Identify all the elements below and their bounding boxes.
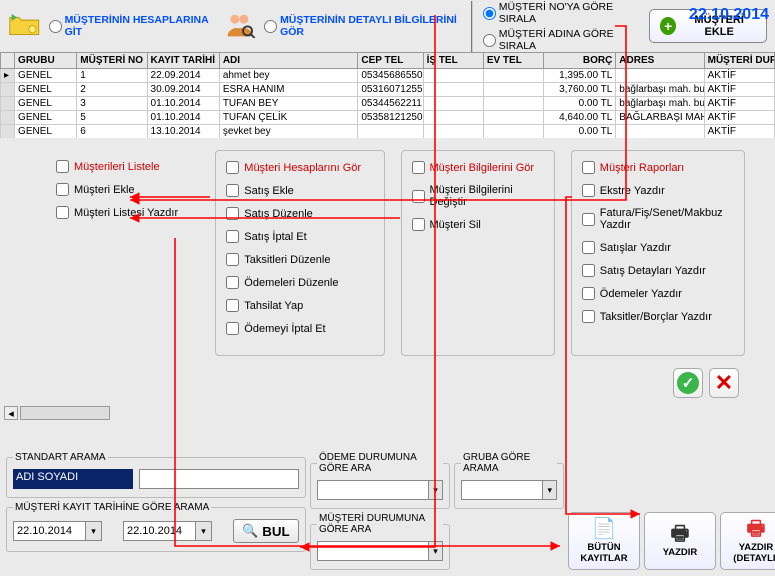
go-details-label: MÜŞTERİNİN DETAYLI BİLGİLERİNİ GÖR [280,14,463,38]
group-combo[interactable] [461,480,542,500]
top-bar: MÜŞTERİNİN HESAPLARINA GİT MÜŞTERİNİN DE… [0,0,775,52]
sort-by-name-label: MÜŞTERİ ADINA GÖRE SIRALA [499,28,637,52]
date-search-title: MÜŞTERİ KAYIT TARİHİNE GÖRE ARAMA [13,502,211,513]
customer-status-title: MÜŞTERİ DURUMUNA GÖRE ARA [317,513,443,535]
chk-delete[interactable]: Müşteri Sil [412,218,544,231]
chk-edit-payments[interactable]: Ödemeleri Düzenle [226,276,373,289]
filter-toolbar: STANDART ARAMA ADI SOYADI MÜŞTERİ KAYIT … [0,452,775,570]
search-text-input[interactable] [139,469,299,489]
sort-by-no-label: MÜŞTERİ NO'YA GÖRE SIRALA [499,1,637,25]
table-row[interactable]: ▸GENEL122.09.2014ahmet bey053456865501,3… [1,69,775,83]
print-button[interactable]: 🖶 YAZDIR [644,512,716,570]
standard-search-group: STANDART ARAMA ADI SOYADI [6,452,306,498]
date-from-combo[interactable]: ▾ [13,521,113,541]
permissions-area: Müşterileri Listele Müşteri Ekle Müşteri… [0,138,775,364]
dropdown-icon[interactable]: ▾ [85,521,102,541]
group-filter: GRUBA GÖRE ARAMA ▾ [454,452,564,509]
chk-print-list[interactable]: Müşteri Listesi Yazdır [56,206,193,219]
payment-status-combo[interactable] [317,480,428,500]
check-icon: ✓ [677,372,699,394]
dropdown-icon[interactable]: ▾ [428,480,443,500]
find-button[interactable]: 🔍BUL [233,519,299,543]
printer-detail-icon: 🖶 [747,519,766,539]
table-row[interactable]: GENEL230.09.2014ESRA HANIM053160712553,7… [1,83,775,97]
perm-col-accounts: Müşteri Hesaplarını Gör Satış Ekle Satış… [215,150,384,356]
chk-add-sale[interactable]: Satış Ekle [226,184,373,197]
perm-col-general: Müşterileri Listele Müşteri Ekle Müşteri… [50,150,199,356]
perm-col-info: Müşteri Bilgilerini Gör Müşteri Bilgiler… [401,150,555,356]
cancel-button[interactable]: ✕ [709,368,739,398]
chk-print-sales[interactable]: Satışlar Yazdır [582,241,734,254]
chk-see-accounts[interactable]: Müşteri Hesaplarını Gör [226,161,373,174]
table-row[interactable]: GENEL301.10.2014TUFAN BEY053445622110.00… [1,97,775,111]
table-row[interactable]: GENEL613.10.2014şevket bey0.00 TLAKTİF [1,125,775,139]
chk-edit-info[interactable]: Müşteri Bilgilerini Değiştir [412,184,544,208]
chk-print-sale-details[interactable]: Satış Detayları Yazdır [582,264,734,277]
chk-cancel-payment[interactable]: Ödemeyi İptal Et [226,322,373,335]
customer-status-combo[interactable] [317,541,428,561]
magnifier-icon: 🔍 [242,523,258,539]
go-accounts-label: MÜŞTERİNİN HESAPLARINA GİT [65,14,212,38]
users-magnify-icon [224,11,257,41]
go-details-radio[interactable]: MÜŞTERİNİN DETAYLI BİLGİLERİNİ GÖR [264,14,463,38]
chk-print-instalments[interactable]: Taksitler/Borçlar Yazdır [582,310,734,323]
folder-money-icon [8,12,41,40]
customer-status-filter: MÜŞTERİ DURUMUNA GÖRE ARA ▾ [310,513,450,570]
scroll-thumb[interactable] [20,406,110,420]
chk-list-customers[interactable]: Müşterileri Listele [56,160,193,173]
chk-see-info[interactable]: Müşteri Bilgilerini Gör [412,161,544,174]
chk-edit-sale[interactable]: Satış Düzenle [226,207,373,220]
scroll-left-arrow[interactable]: ◂ [4,406,18,420]
table-row[interactable]: GENEL501.10.2014TUFAN ÇELİK053581212504,… [1,111,775,125]
plus-icon: + [660,17,676,35]
group-filter-title: GRUBA GÖRE ARAMA [461,452,557,474]
chk-print-invoice[interactable]: Fatura/Fiş/Senet/Makbuz Yazdır [582,207,734,231]
top-left: MÜŞTERİNİN HESAPLARINA GİT MÜŞTERİNİN DE… [0,0,775,56]
chk-add-customer[interactable]: Müşteri Ekle [56,183,193,196]
payment-status-title: ÖDEME DURUMUNA GÖRE ARA [317,452,443,474]
date-to-combo[interactable]: ▾ [123,521,223,541]
sort-group: MÜŞTERİ NO'YA GÖRE SIRALA MÜŞTERİ ADINA … [471,1,637,52]
action-buttons: 📄 BÜTÜN KAYITLAR 🖶 YAZDIR 🖶 YAZDIR (DETA… [568,482,775,570]
ok-button[interactable]: ✓ [673,368,703,398]
chk-print-payments[interactable]: Ödemeler Yazdır [582,287,734,300]
chk-reports[interactable]: Müşteri Raporları [582,161,734,174]
all-records-button[interactable]: 📄 BÜTÜN KAYITLAR [568,512,640,570]
chk-cancel-sale[interactable]: Satış İptal Et [226,230,373,243]
search-field-selector[interactable]: ADI SOYADI [13,469,133,489]
horizontal-scrollbar[interactable]: ◂ [0,404,775,422]
document-icon: 📄 [592,519,617,539]
dropdown-icon[interactable]: ▾ [428,541,443,561]
dropdown-icon[interactable]: ▾ [195,521,212,541]
perm-col-reports: Müşteri Raporları Ekstre Yazdır Fatura/F… [571,150,745,356]
chk-edit-instalments[interactable]: Taksitleri Düzenle [226,253,373,266]
print-detail-button[interactable]: 🖶 YAZDIR (DETAYLI) [720,512,775,570]
current-date: 22.10.2014 [689,6,769,24]
sort-by-name-radio[interactable]: MÜŞTERİ ADINA GÖRE SIRALA [483,28,637,52]
date-search-group: MÜŞTERİ KAYIT TARİHİNE GÖRE ARAMA ▾ ▾ 🔍B… [6,502,306,552]
chk-print-statement[interactable]: Ekstre Yazdır [582,184,734,197]
printer-icon: 🖶 [671,524,690,544]
chk-collect[interactable]: Tahsilat Yap [226,299,373,312]
customer-grid[interactable]: GRUBU MÜŞTERİ NO KAYIT TARİHİ ADI CEP TE… [0,52,775,138]
x-icon: ✕ [715,370,733,396]
payment-status-filter: ÖDEME DURUMUNA GÖRE ARA ▾ [310,452,450,509]
dropdown-icon[interactable]: ▾ [542,480,557,500]
go-accounts-radio[interactable]: MÜŞTERİNİN HESAPLARINA GİT [49,14,212,38]
standard-search-title: STANDART ARAMA [13,452,108,463]
confirm-cancel-row: ✓ ✕ [0,364,775,404]
sort-by-no-radio[interactable]: MÜŞTERİ NO'YA GÖRE SIRALA [483,1,637,25]
